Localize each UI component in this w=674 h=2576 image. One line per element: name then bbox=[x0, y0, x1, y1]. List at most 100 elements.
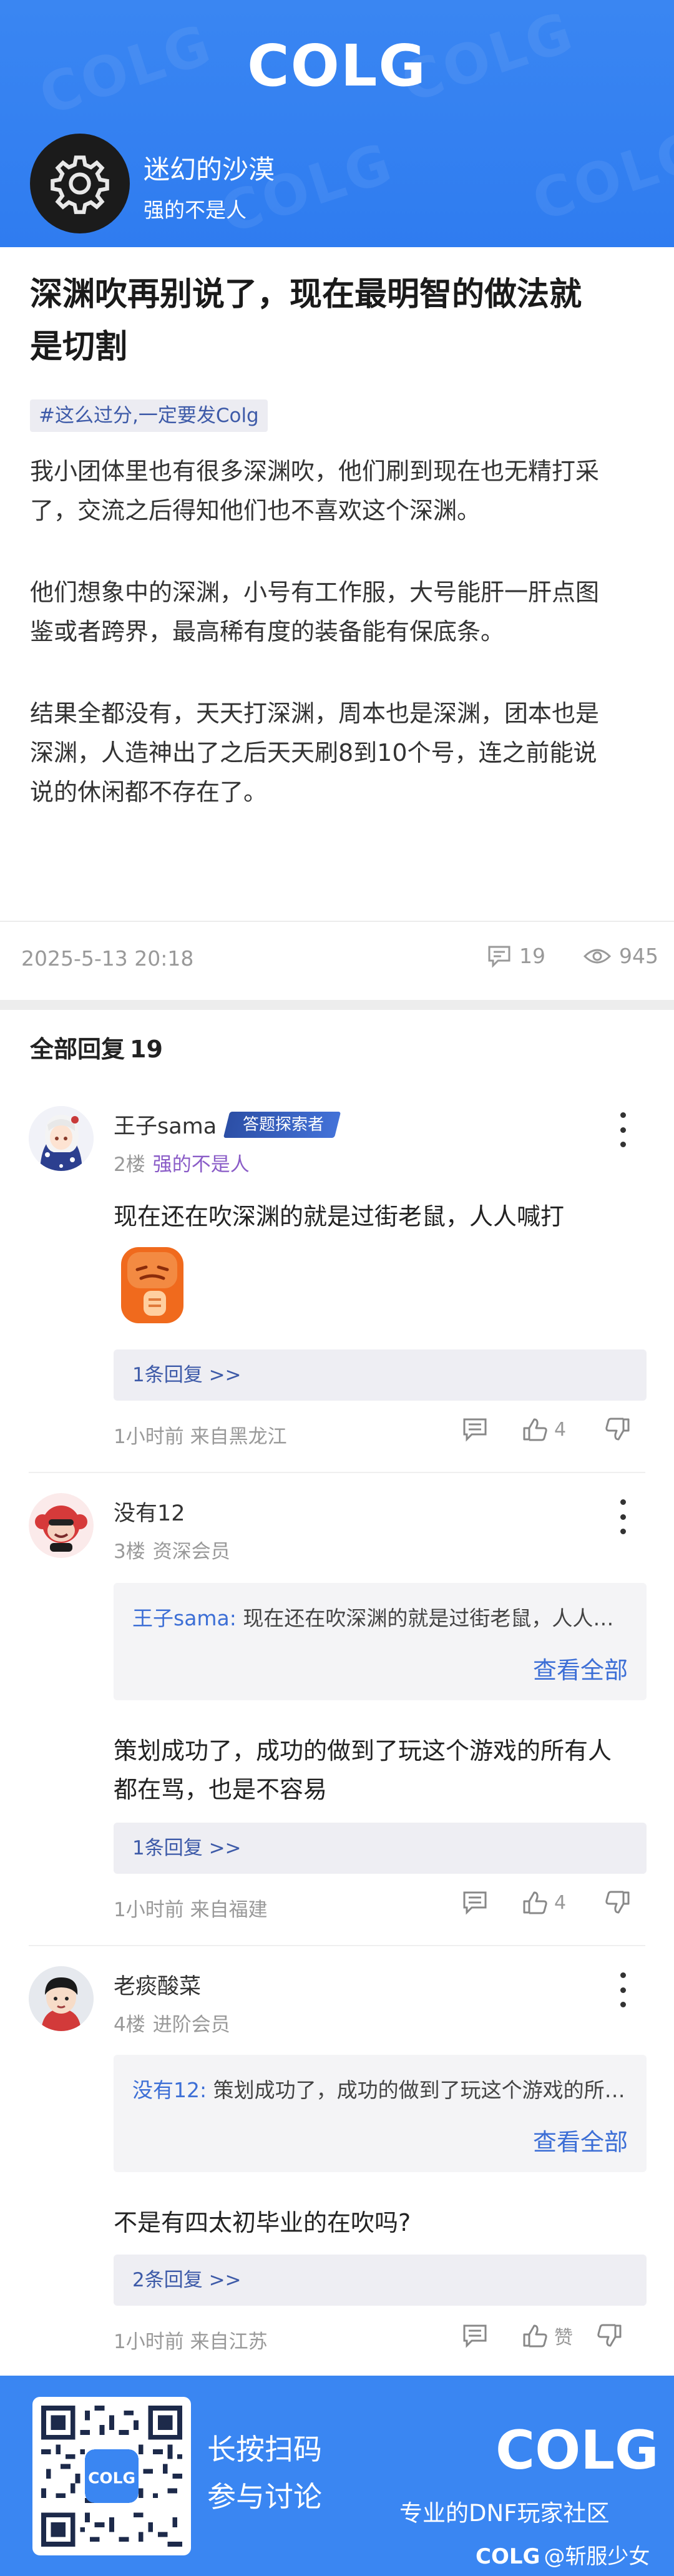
author-avatar[interactable] bbox=[30, 134, 130, 233]
post-title-line: 是切割 bbox=[30, 328, 128, 366]
footer-slogan: 专业的DNF玩家社区 bbox=[399, 2500, 610, 2527]
view-all-link[interactable]: 查看全部 bbox=[533, 1651, 628, 1685]
view-all-link[interactable]: 查看全部 bbox=[533, 2123, 628, 2157]
comment-floor-row: 2楼 强的不是人 bbox=[114, 1148, 250, 1177]
comment-floor-row: 4楼 进阶会员 bbox=[114, 2009, 230, 2037]
comment-text-line: 策划成功了，成功的做到了玩这个游戏的所有人 bbox=[114, 1737, 612, 1765]
view-replies-button[interactable]: 1条回复 >> bbox=[114, 1349, 647, 1401]
thumbs-down-icon bbox=[605, 1418, 630, 1441]
view-replies-button[interactable]: 2条回复 >> bbox=[114, 2255, 647, 2306]
comment-time: 1小时前 来自福建 bbox=[114, 1899, 268, 1921]
comment-floor-row: 3楼 资深会员 bbox=[114, 1535, 230, 1564]
author-name[interactable]: 迷幻的沙漠 bbox=[144, 149, 275, 187]
paragraph-line: 结果全都没有，天天打深渊，周本也是深渊，团本也是 bbox=[30, 700, 600, 727]
post-paragraph: 结果全都没有，天天打深渊，周本也是深渊，团本也是 深渊，人造神出了之后天天刷8到… bbox=[30, 694, 648, 812]
post-paragraph: 他们想象中的深渊，小号有工作服，大号能肝一肝点图 鉴或者跨界，最高稀有度的装备能… bbox=[30, 573, 648, 652]
commenter-name[interactable]: 老痰酸菜 bbox=[114, 1969, 201, 2001]
scan-prompt: 参与讨论 bbox=[207, 2480, 322, 2514]
reply-button[interactable] bbox=[462, 1417, 488, 1442]
comment-icon bbox=[463, 1891, 487, 1915]
user-level: 强的不是人 bbox=[152, 1153, 250, 1176]
qr-code[interactable]: COLG bbox=[32, 2397, 191, 2555]
post-paragraph: 我小团体里也有很多深渊吹，他们刷到现在也无精打采 了，交流之后得知他们也不喜欢这… bbox=[30, 452, 648, 531]
more-options-button[interactable] bbox=[617, 1112, 629, 1147]
comment-floor: 2楼 bbox=[114, 1153, 145, 1176]
thumbs-up-icon bbox=[523, 2324, 547, 2348]
commenter-name[interactable]: 王子sama bbox=[114, 1109, 217, 1140]
paragraph-line: 鉴或者跨界，最高稀有度的装备能有保底条。 bbox=[30, 618, 505, 645]
like-count: 4 bbox=[554, 1891, 567, 1914]
quoted-comment[interactable]: 没有12: 策划成功了，成功的做到了玩这个游戏的所有人都在骂 查看全部 bbox=[114, 2055, 647, 2172]
quote-text: 策划成功了，成功的做到了玩这个游戏的所有人都在骂 bbox=[213, 2078, 632, 2102]
section-divider bbox=[0, 1000, 674, 1010]
user-level: 资深会员 bbox=[152, 1540, 230, 1563]
author-title: 强的不是人 bbox=[144, 198, 247, 222]
thumbs-up-icon bbox=[523, 1891, 547, 1914]
comment-floor: 4楼 bbox=[114, 2014, 145, 2036]
post-title: 深渊吹再别说了，现在最明智的做法就 是切割 bbox=[30, 268, 648, 373]
view-replies-button[interactable]: 1条回复 >> bbox=[114, 1823, 647, 1874]
achievement-badge-label: 答题探索者 bbox=[243, 1115, 325, 1134]
sticker-image bbox=[119, 1245, 186, 1326]
footer-logo: COLG bbox=[496, 2419, 659, 2482]
commenter-name[interactable]: 没有12 bbox=[114, 1496, 185, 1527]
comment-text: 现在还在吹深渊的就是过街老鼠，人人喊打 bbox=[114, 1203, 565, 1230]
comment-divider bbox=[29, 1472, 645, 1473]
thumbs-down-icon bbox=[605, 1891, 630, 1914]
quoted-comment[interactable]: 王子sama: 现在还在吹深渊的就是过街老鼠，人人喊打 查看全部 bbox=[114, 1583, 647, 1700]
commenter-avatar[interactable] bbox=[29, 1966, 94, 2031]
like-count: 4 bbox=[554, 1418, 567, 1441]
commenter-avatar[interactable] bbox=[29, 1106, 94, 1171]
comment-icon bbox=[488, 946, 510, 968]
dislike-button[interactable] bbox=[597, 2323, 623, 2348]
quote-text: 现在还在吹深渊的就是过街老鼠，人人喊打 bbox=[243, 1606, 632, 1630]
quote-user[interactable]: 没有12: bbox=[132, 2078, 207, 2102]
reply-button[interactable] bbox=[462, 1890, 488, 1915]
monkey-avatar-icon bbox=[29, 1493, 94, 1558]
comment-divider bbox=[29, 1945, 645, 1946]
more-options-button[interactable] bbox=[617, 1499, 629, 1534]
comment-icon bbox=[463, 1418, 487, 1442]
all-replies-count: 19 bbox=[130, 1036, 163, 1063]
all-replies-header: 全部回复 19 bbox=[30, 1030, 163, 1064]
paragraph-line: 我小团体里也有很多深渊吹，他们刷到现在也无精打采 bbox=[30, 458, 600, 485]
user-level: 进阶会员 bbox=[152, 2014, 230, 2036]
like-button[interactable]: 4 bbox=[522, 1890, 566, 1915]
watermark-text: @斩服少女 bbox=[544, 2544, 650, 2569]
like-count: 赞 bbox=[554, 2327, 573, 2349]
thumbs-down-icon bbox=[597, 2324, 622, 2347]
quote-user[interactable]: 王子sama: bbox=[132, 1606, 237, 1630]
like-button[interactable]: 赞 bbox=[522, 2322, 573, 2349]
eye-icon bbox=[583, 949, 612, 963]
header-banner: COLG COLG COLG COLG COLG 迷幻的沙漠 强的不是人 bbox=[0, 0, 674, 247]
like-button[interactable]: 4 bbox=[522, 1417, 566, 1442]
view-count-value: 945 bbox=[619, 944, 658, 968]
watermark: COLG @斩服少女 bbox=[476, 2539, 650, 2570]
paragraph-line: 说的休闲都不存在了。 bbox=[30, 778, 268, 806]
quote-line: 王子sama: 现在还在吹深渊的就是过街老鼠，人人喊打 bbox=[132, 1602, 632, 1632]
qr-code-icon: COLG bbox=[41, 2406, 182, 2547]
dislike-button[interactable] bbox=[605, 1417, 631, 1442]
comment-actions: 赞 bbox=[462, 2322, 623, 2349]
divider bbox=[0, 921, 674, 922]
more-options-button[interactable] bbox=[617, 1972, 629, 2007]
qr-logo-text: COLG bbox=[88, 2469, 135, 2487]
reply-button[interactable] bbox=[462, 2323, 488, 2348]
comment-text: 策划成功了，成功的做到了玩这个游戏的所有人 都在骂，也是不容易 bbox=[114, 1731, 650, 1809]
dislike-button[interactable] bbox=[605, 1890, 631, 1915]
quote-line: 没有12: 策划成功了，成功的做到了玩这个游戏的所有人都在骂 bbox=[132, 2074, 632, 2103]
colg-logo[interactable]: COLG bbox=[0, 32, 674, 99]
commenter-avatar[interactable] bbox=[29, 1493, 94, 1558]
comment-text-line: 都在骂，也是不容易 bbox=[114, 1776, 328, 1803]
all-replies-label: 全部回复 bbox=[30, 1036, 125, 1063]
comment-icon bbox=[463, 2324, 487, 2348]
paragraph-line: 深渊，人造神出了之后天天刷8到10个号，连之前能说 bbox=[30, 739, 597, 766]
comment-actions: 4 bbox=[462, 1417, 631, 1442]
comment-count[interactable]: 19 bbox=[487, 944, 545, 968]
comment-count-value: 19 bbox=[519, 944, 545, 968]
post-title-line: 深渊吹再别说了，现在最明智的做法就 bbox=[30, 276, 582, 313]
comment-time: 1小时前 来自江苏 bbox=[114, 2331, 268, 2353]
topic-tag[interactable]: #这么过分,一定要发Colg bbox=[30, 399, 268, 432]
post-date: 2025-5-13 20:18 bbox=[21, 946, 194, 971]
commenter-name-row: 王子sama 答题探索者 bbox=[114, 1109, 341, 1140]
